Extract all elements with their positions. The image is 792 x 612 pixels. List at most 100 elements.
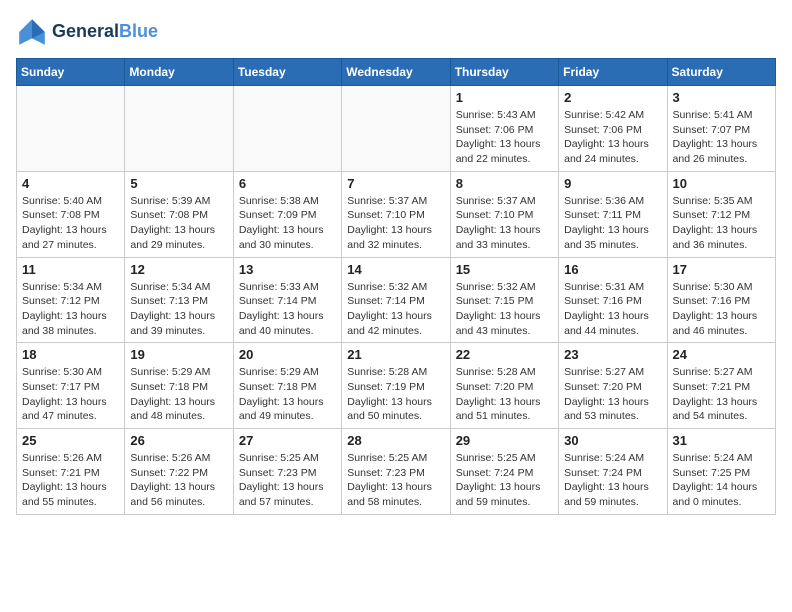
day-info-16: Sunrise: 5:31 AMSunset: 7:16 PMDaylight:… [564,280,661,339]
header-sunday: Sunday [17,59,125,86]
day-info-2: Sunrise: 5:42 AMSunset: 7:06 PMDaylight:… [564,108,661,167]
day-info-14: Sunrise: 5:32 AMSunset: 7:14 PMDaylight:… [347,280,444,339]
header-thursday: Thursday [450,59,558,86]
day-5: 5 Sunrise: 5:39 AMSunset: 7:08 PMDaylight… [125,171,233,257]
day-number-12: 12 [130,262,227,277]
day-number-30: 30 [564,433,661,448]
day-23: 23Sunrise: 5:27 AMSunset: 7:20 PMDayligh… [559,343,667,429]
day-info-3: Sunrise: 5:41 AMSunset: 7:07 PMDaylight:… [673,108,770,167]
day-7: 7 Sunrise: 5:37 AMSunset: 7:10 PMDaylight… [342,171,450,257]
day-18: 18Sunrise: 5:30 AMSunset: 7:17 PMDayligh… [17,343,125,429]
day-30: 30 Sunrise: 5:24 AMSunset: 7:24 PMDayligh… [559,429,667,515]
day-number-1: 1 [456,90,553,105]
day-2: 2 Sunrise: 5:42 AMSunset: 7:06 PMDaylight… [559,86,667,172]
day-info-15: Sunrise: 5:32 AMSunset: 7:15 PMDaylight:… [456,280,553,339]
day-3: 3 Sunrise: 5:41 AMSunset: 7:07 PMDaylight… [667,86,775,172]
week-row-4: 18Sunrise: 5:30 AMSunset: 7:17 PMDayligh… [17,343,776,429]
day-number-28: 28 [347,433,444,448]
day-info-31: Sunrise: 5:24 AMSunset: 7:25 PMDaylight:… [673,451,770,510]
day-29: 29Sunrise: 5:25 AMSunset: 7:24 PMDayligh… [450,429,558,515]
day-info-10: Sunrise: 5:35 AMSunset: 7:12 PMDaylight:… [673,194,770,253]
week-row-3: 11Sunrise: 5:34 AMSunset: 7:12 PMDayligh… [17,257,776,343]
day-info-20: Sunrise: 5:29 AMSunset: 7:18 PMDaylight:… [239,365,336,424]
header-tuesday: Tuesday [233,59,341,86]
day-info-4: Sunrise: 5:40 AMSunset: 7:08 PMDaylight:… [22,194,119,253]
day-info-18: Sunrise: 5:30 AMSunset: 7:17 PMDaylight:… [22,365,119,424]
day-25: 25 Sunrise: 5:26 AMSunset: 7:21 PMDayligh… [17,429,125,515]
empty-day [233,86,341,172]
header-wednesday: Wednesday [342,59,450,86]
day-number-21: 21 [347,347,444,362]
day-15: 15 Sunrise: 5:32 AMSunset: 7:15 PMDayligh… [450,257,558,343]
day-info-17: Sunrise: 5:30 AMSunset: 7:16 PMDaylight:… [673,280,770,339]
day-info-24: Sunrise: 5:27 AMSunset: 7:21 PMDaylight:… [673,365,770,424]
day-info-25: Sunrise: 5:26 AMSunset: 7:21 PMDaylight:… [22,451,119,510]
day-4: 4 Sunrise: 5:40 AMSunset: 7:08 PMDaylight… [17,171,125,257]
empty-day [342,86,450,172]
day-27: 27Sunrise: 5:25 AMSunset: 7:23 PMDayligh… [233,429,341,515]
day-number-3: 3 [673,90,770,105]
day-info-1: Sunrise: 5:43 AMSunset: 7:06 PMDaylight:… [456,108,553,167]
day-number-25: 25 [22,433,119,448]
day-number-29: 29 [456,433,553,448]
day-number-23: 23 [564,347,661,362]
day-info-7: Sunrise: 5:37 AMSunset: 7:10 PMDaylight:… [347,194,444,253]
day-number-26: 26 [130,433,227,448]
day-14: 14 Sunrise: 5:32 AMSunset: 7:14 PMDayligh… [342,257,450,343]
day-info-13: Sunrise: 5:33 AMSunset: 7:14 PMDaylight:… [239,280,336,339]
day-info-30: Sunrise: 5:24 AMSunset: 7:24 PMDaylight:… [564,451,661,510]
day-number-4: 4 [22,176,119,191]
day-number-14: 14 [347,262,444,277]
header-saturday: Saturday [667,59,775,86]
day-number-19: 19 [130,347,227,362]
day-info-8: Sunrise: 5:37 AMSunset: 7:10 PMDaylight:… [456,194,553,253]
week-row-5: 25 Sunrise: 5:26 AMSunset: 7:21 PMDayligh… [17,429,776,515]
day-info-28: Sunrise: 5:25 AMSunset: 7:23 PMDaylight:… [347,451,444,510]
logo-text: GeneralBlue [52,22,158,42]
day-9: 9 Sunrise: 5:36 AMSunset: 7:11 PMDaylight… [559,171,667,257]
page-header: GeneralBlue [16,16,776,48]
day-16: 16 Sunrise: 5:31 AMSunset: 7:16 PMDayligh… [559,257,667,343]
empty-day [125,86,233,172]
day-info-6: Sunrise: 5:38 AMSunset: 7:09 PMDaylight:… [239,194,336,253]
day-number-16: 16 [564,262,661,277]
logo: GeneralBlue [16,16,158,48]
day-11: 11Sunrise: 5:34 AMSunset: 7:12 PMDayligh… [17,257,125,343]
day-info-21: Sunrise: 5:28 AMSunset: 7:19 PMDaylight:… [347,365,444,424]
day-info-5: Sunrise: 5:39 AMSunset: 7:08 PMDaylight:… [130,194,227,253]
day-number-13: 13 [239,262,336,277]
day-info-9: Sunrise: 5:36 AMSunset: 7:11 PMDaylight:… [564,194,661,253]
day-number-9: 9 [564,176,661,191]
day-number-6: 6 [239,176,336,191]
day-number-24: 24 [673,347,770,362]
day-24: 24 Sunrise: 5:27 AMSunset: 7:21 PMDayligh… [667,343,775,429]
day-info-19: Sunrise: 5:29 AMSunset: 7:18 PMDaylight:… [130,365,227,424]
day-21: 21 Sunrise: 5:28 AMSunset: 7:19 PMDayligh… [342,343,450,429]
empty-day [17,86,125,172]
day-info-22: Sunrise: 5:28 AMSunset: 7:20 PMDaylight:… [456,365,553,424]
day-info-12: Sunrise: 5:34 AMSunset: 7:13 PMDaylight:… [130,280,227,339]
day-number-11: 11 [22,262,119,277]
day-number-5: 5 [130,176,227,191]
logo-icon [16,16,48,48]
day-number-10: 10 [673,176,770,191]
day-number-8: 8 [456,176,553,191]
day-number-22: 22 [456,347,553,362]
header-friday: Friday [559,59,667,86]
day-number-31: 31 [673,433,770,448]
day-number-15: 15 [456,262,553,277]
day-28: 28 Sunrise: 5:25 AMSunset: 7:23 PMDayligh… [342,429,450,515]
day-12: 12 Sunrise: 5:34 AMSunset: 7:13 PMDayligh… [125,257,233,343]
day-26: 26Sunrise: 5:26 AMSunset: 7:22 PMDayligh… [125,429,233,515]
week-row-1: 1 Sunrise: 5:43 AMSunset: 7:06 PMDaylight… [17,86,776,172]
day-17: 17Sunrise: 5:30 AMSunset: 7:16 PMDayligh… [667,257,775,343]
calendar-header: SundayMondayTuesdayWednesdayThursdayFrid… [17,59,776,86]
day-8: 8 Sunrise: 5:37 AMSunset: 7:10 PMDaylight… [450,171,558,257]
header-monday: Monday [125,59,233,86]
day-number-7: 7 [347,176,444,191]
day-10: 10 Sunrise: 5:35 AMSunset: 7:12 PMDayligh… [667,171,775,257]
day-number-27: 27 [239,433,336,448]
day-number-2: 2 [564,90,661,105]
day-31: 31 Sunrise: 5:24 AMSunset: 7:25 PMDayligh… [667,429,775,515]
day-19: 19 Sunrise: 5:29 AMSunset: 7:18 PMDayligh… [125,343,233,429]
